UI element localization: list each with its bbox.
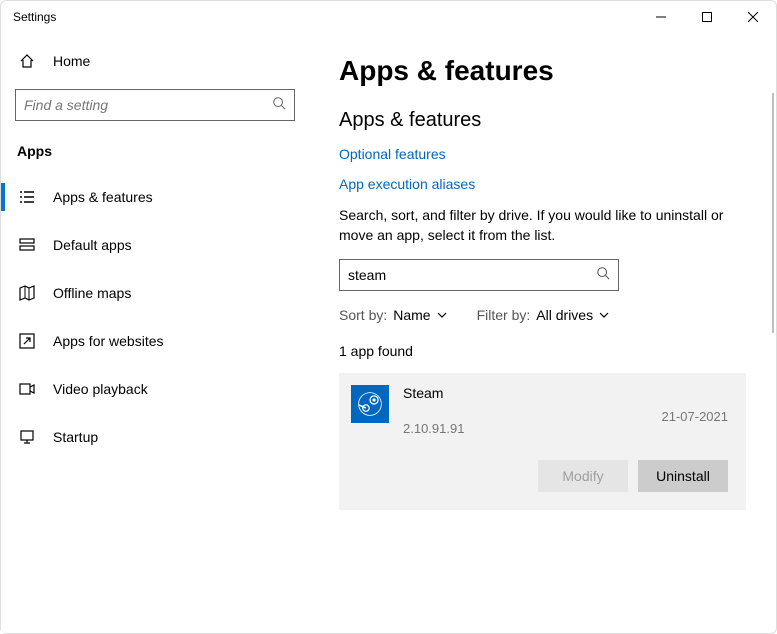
nav-label: Default apps [53,237,132,253]
section-subtitle: Apps & features [339,109,746,132]
filter-label: Filter by: [477,307,531,323]
sort-dropdown[interactable]: Sort by: Name [339,307,447,323]
map-icon [17,285,37,301]
page-title: Apps & features [339,55,746,87]
maximize-button[interactable] [684,1,730,33]
nav-startup[interactable]: Startup [1,413,309,461]
sort-value: Name [393,307,430,323]
app-card[interactable]: Steam 2.10.91.91 21-07-2021 Modify Unins… [339,373,746,510]
uninstall-button[interactable]: Uninstall [638,460,728,492]
nav-label: Apps for websites [53,333,164,349]
nav-video-playback[interactable]: Video playback [1,365,309,413]
nav-default-apps[interactable]: Default apps [1,221,309,269]
filter-value: All drives [536,307,593,323]
chevron-down-icon [599,307,609,323]
modify-button: Modify [538,460,628,492]
home-label: Home [53,53,90,69]
settings-search-input[interactable] [24,97,272,113]
search-icon [272,96,286,115]
nav-label: Offline maps [53,285,131,301]
nav-apps-features[interactable]: Apps & features [1,173,309,221]
link-optional-features[interactable]: Optional features [339,146,746,162]
sort-label: Sort by: [339,307,387,323]
section-description: Search, sort, and filter by drive. If yo… [339,206,739,245]
settings-search[interactable] [15,89,295,121]
app-search[interactable] [339,259,619,291]
chevron-down-icon [437,307,447,323]
app-version: 2.10.91.91 [403,421,662,436]
nav-label: Startup [53,429,98,445]
app-name: Steam [403,385,662,401]
window-controls [638,1,776,33]
link-app-aliases[interactable]: App execution aliases [339,176,746,192]
scrollbar[interactable] [772,93,774,333]
minimize-button[interactable] [638,1,684,33]
main-panel: Apps & features Apps & features Optional… [309,33,776,633]
open-icon [17,333,37,349]
filter-dropdown[interactable]: Filter by: All drives [477,307,609,323]
search-icon [596,266,610,285]
startup-icon [17,429,37,445]
nav-offline-maps[interactable]: Offline maps [1,269,309,317]
app-date: 21-07-2021 [662,397,729,424]
list-icon [17,189,37,205]
section-label: Apps [1,135,309,173]
app-search-input[interactable] [348,267,596,283]
video-icon [17,381,37,397]
titlebar: Settings [1,1,776,33]
defaults-icon [17,237,37,253]
nav-apps-websites[interactable]: Apps for websites [1,317,309,365]
close-button[interactable] [730,1,776,33]
filter-row: Sort by: Name Filter by: All drives [339,307,746,323]
sidebar: Home Apps Apps & features Default apps [1,33,309,633]
steam-icon [351,385,389,423]
home-icon [17,53,37,69]
window-title: Settings [13,10,56,24]
nav-label: Apps & features [53,189,153,205]
home-nav[interactable]: Home [1,41,309,81]
results-count: 1 app found [339,343,746,359]
nav-label: Video playback [53,381,148,397]
